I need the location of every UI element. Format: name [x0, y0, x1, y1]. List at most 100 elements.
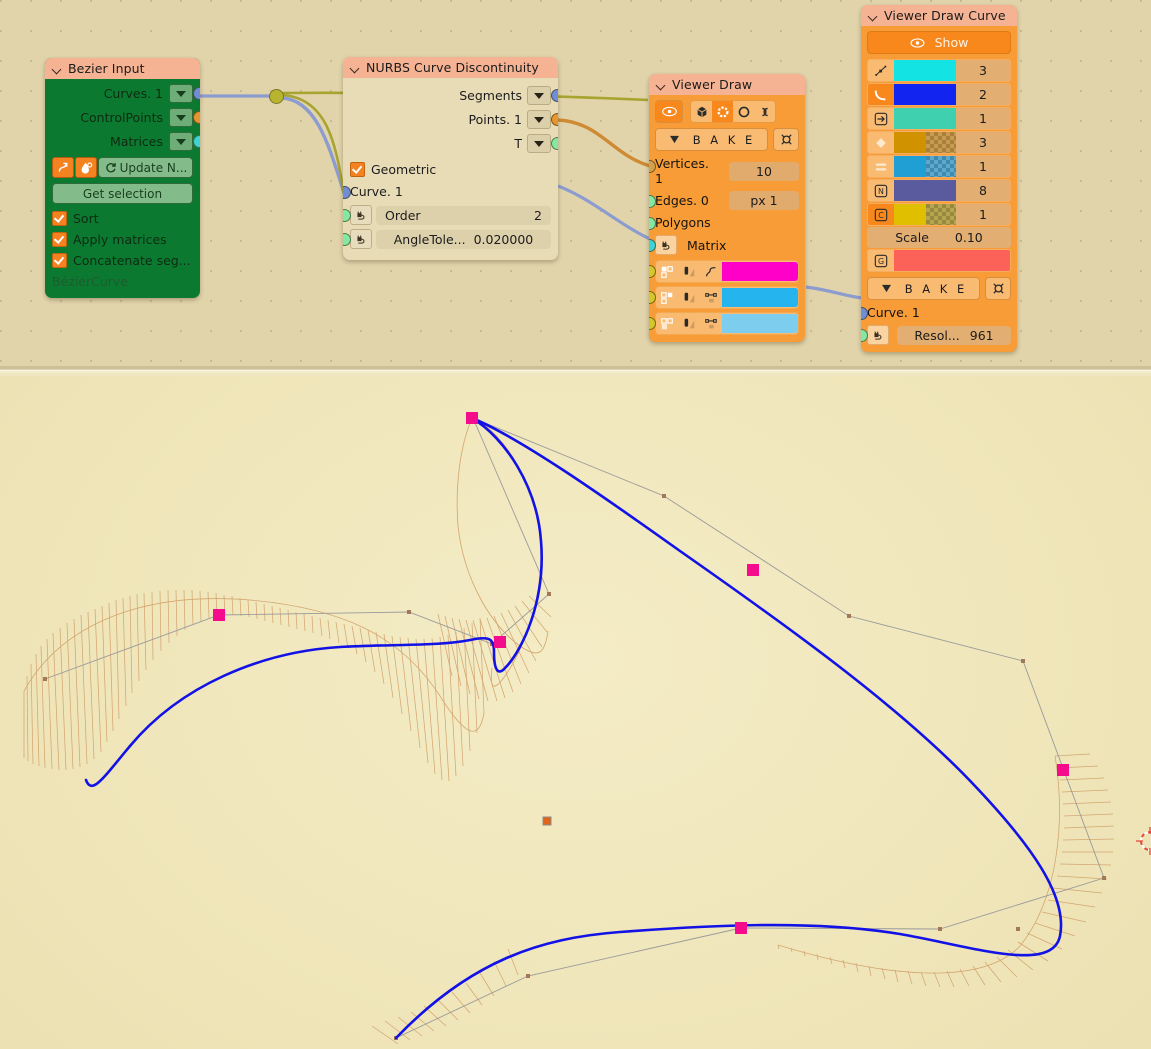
curve-line-color[interactable] — [894, 84, 956, 105]
normals-color[interactable] — [894, 180, 956, 201]
plug-icon[interactable] — [867, 325, 889, 345]
input-row-order[interactable]: Order 2 — [343, 205, 551, 225]
segments-dropdown[interactable] — [527, 86, 551, 105]
lock-bake-icon[interactable] — [985, 277, 1011, 300]
reroute-node[interactable] — [269, 89, 284, 104]
vertices-size-field[interactable]: 10 — [729, 161, 799, 181]
curves-dropdown[interactable] — [169, 84, 193, 103]
bake-row[interactable]: B A K E — [655, 128, 799, 151]
angletolerance-property[interactable]: AngleTole... 0.020000 — [376, 229, 551, 249]
plug-icon[interactable] — [655, 235, 677, 255]
chevron-down-icon[interactable] — [350, 63, 360, 73]
bake-button[interactable]: B A K E — [867, 277, 980, 300]
t-dropdown[interactable] — [527, 134, 551, 153]
chevron-down-icon[interactable] — [656, 80, 666, 90]
circle-icon[interactable] — [733, 101, 754, 122]
socket-curves-out[interactable] — [192, 87, 200, 100]
edge-node-icon[interactable] — [700, 287, 722, 308]
checkbox-icon[interactable] — [350, 162, 365, 177]
vertex-select-icon[interactable] — [656, 261, 678, 282]
curvature-color[interactable] — [894, 204, 956, 225]
edge-node-icon[interactable] — [700, 313, 722, 334]
node-viewer-draw[interactable]: Viewer Draw B A K E Vertices. 1 10 Edges… — [649, 74, 805, 342]
object-pick-icon[interactable] — [75, 157, 97, 178]
cube-icon[interactable] — [691, 101, 712, 122]
edges-color-swatch[interactable] — [722, 288, 798, 307]
show-button[interactable]: Show — [867, 31, 1011, 54]
dot-ring-icon[interactable] — [712, 101, 733, 122]
lock-bake-icon[interactable] — [773, 128, 799, 151]
socket-points-out[interactable] — [550, 113, 558, 126]
node-viewer-draw-curve[interactable]: Viewer Draw Curve Show 3 2 1 3 1 N 8 C 1… — [861, 5, 1017, 352]
socket-matrices-out[interactable] — [192, 135, 200, 148]
curve-arc-icon[interactable] — [868, 84, 894, 105]
socket-controlpoints-out[interactable] — [192, 111, 200, 124]
order-property[interactable]: Order 2 — [376, 205, 551, 225]
viewer-toolbar[interactable] — [655, 100, 799, 123]
input-row-resolution[interactable]: Resol... 961 — [861, 325, 1011, 345]
checkbox-geometric[interactable]: Geometric — [350, 162, 551, 177]
control-polygon-color[interactable] — [894, 60, 956, 81]
g-color[interactable] — [894, 250, 1010, 271]
color-row-polygons[interactable] — [649, 312, 799, 335]
color-row-vertices[interactable] — [649, 260, 799, 283]
update-button-row[interactable]: Update N... — [52, 157, 193, 178]
curve-row-g[interactable]: G — [867, 249, 1011, 272]
g-letter-icon[interactable]: G — [868, 250, 894, 271]
node-header-viewer-draw[interactable]: Viewer Draw — [649, 74, 805, 95]
normals-value[interactable]: 8 — [956, 180, 1010, 201]
node-points-color[interactable] — [894, 132, 956, 153]
area-splitter[interactable] — [0, 366, 1151, 376]
lines-color[interactable] — [894, 156, 956, 177]
checkbox-apply-matrices[interactable]: Apply matrices — [52, 232, 193, 247]
checkbox-sort[interactable]: Sort — [52, 211, 193, 226]
points-dropdown[interactable] — [527, 110, 551, 129]
controlpoints-dropdown[interactable] — [169, 108, 193, 127]
node-bezier-input[interactable]: Bezier Input Curves. 1 ControlPoints Mat… — [45, 58, 200, 298]
c-letter-icon[interactable]: C — [868, 204, 894, 225]
direction-value[interactable]: 1 — [956, 108, 1010, 129]
brush-icon[interactable] — [678, 261, 700, 282]
plug-icon[interactable] — [350, 229, 372, 249]
eye-icon[interactable] — [655, 100, 683, 123]
curve-tool-icon[interactable] — [52, 157, 74, 178]
control-polygon-value[interactable]: 3 — [956, 60, 1010, 81]
curve-row-curvature[interactable]: C 1 — [867, 203, 1011, 226]
node-header-bezier-input[interactable]: Bezier Input — [45, 58, 200, 79]
curve-row-direction[interactable]: 1 — [867, 107, 1011, 130]
arrow-right-icon[interactable] — [868, 108, 894, 129]
node-header-nurbs[interactable]: NURBS Curve Discontinuity — [343, 57, 558, 78]
update-node-button[interactable]: Update N... — [98, 157, 193, 178]
lines-icon[interactable] — [868, 156, 894, 177]
chevron-down-icon[interactable] — [52, 64, 62, 74]
brush-icon[interactable] — [678, 313, 700, 334]
checkbox-icon[interactable] — [52, 253, 67, 268]
curve-row-control-polygon[interactable]: 3 — [867, 59, 1011, 82]
chevron-down-icon[interactable] — [868, 11, 878, 21]
checkbox-concatenate[interactable]: Concatenate seg... — [52, 253, 193, 268]
socket-segments-out[interactable] — [550, 89, 558, 102]
edge-select-icon[interactable] — [656, 287, 678, 308]
curve-line-value[interactable]: 2 — [956, 84, 1010, 105]
curve-row-lines[interactable]: 1 — [867, 155, 1011, 178]
curve-row-normals[interactable]: N 8 — [867, 179, 1011, 202]
bake-row[interactable]: B A K E — [867, 277, 1011, 300]
scale-field[interactable]: Scale 0.10 — [867, 227, 1011, 248]
curve-row-node-points[interactable]: 3 — [867, 131, 1011, 154]
lines-value[interactable]: 1 — [956, 156, 1010, 177]
viewport-3d[interactable] — [0, 376, 1151, 1049]
curve-path-icon[interactable] — [700, 261, 722, 282]
n-letter-icon[interactable]: N — [868, 180, 894, 201]
plug-icon[interactable] — [350, 205, 372, 225]
socket-t-out[interactable] — [550, 137, 558, 150]
brush-icon[interactable] — [678, 287, 700, 308]
control-polygon-icon[interactable] — [868, 60, 894, 81]
curvature-value[interactable]: 1 — [956, 204, 1010, 225]
bake-button[interactable]: B A K E — [655, 128, 768, 151]
checkbox-icon[interactable] — [52, 232, 67, 247]
node-points-value[interactable]: 3 — [956, 132, 1010, 153]
checkbox-icon[interactable] — [52, 211, 67, 226]
get-selection-button[interactable]: Get selection — [52, 183, 193, 204]
edges-width-field[interactable]: px 1 — [729, 191, 799, 210]
color-row-edges[interactable] — [649, 286, 799, 309]
